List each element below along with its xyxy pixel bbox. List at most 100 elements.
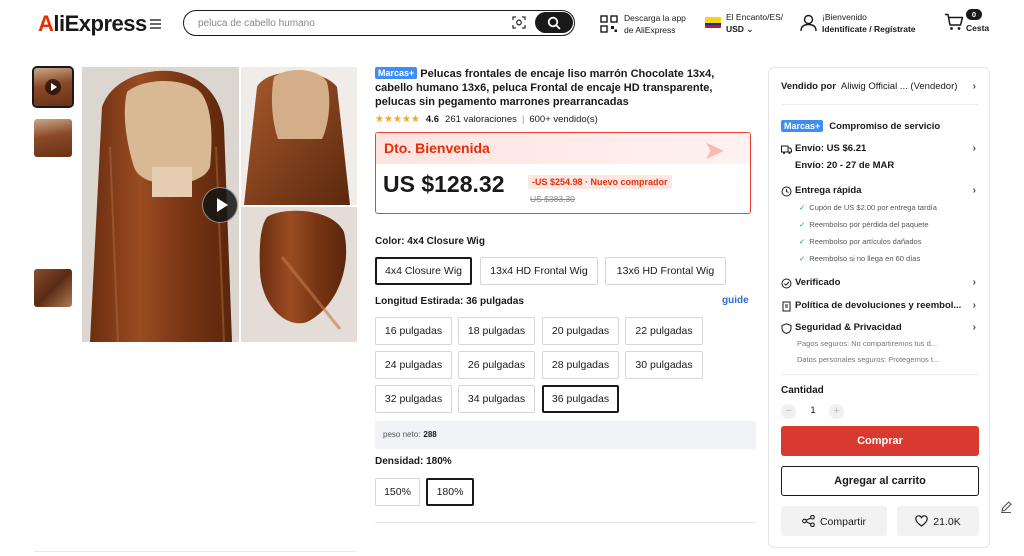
density-option[interactable]: 180% — [426, 478, 474, 506]
commitment-title: Compromiso de servicio — [829, 120, 941, 132]
add-to-cart-button[interactable]: Agregar al carrito — [781, 466, 979, 496]
heart-icon — [915, 514, 929, 527]
reviews-link[interactable]: 261 valoraciones — [445, 114, 517, 125]
seller-name[interactable]: Aliwig Official ... (Vendedor) — [841, 81, 958, 92]
search-input[interactable] — [198, 15, 498, 31]
color-label: Color: 4x4 Closure Wig — [375, 236, 485, 247]
check-icon: ✓ — [799, 203, 806, 212]
clock-icon — [781, 186, 792, 197]
guarantee-item: ✓ Reembolso por artículos dañados — [799, 237, 922, 246]
purchase-panel: Vendido por Aliwig Official ... (Vendedor… — [768, 67, 990, 548]
thumbnail-image[interactable] — [34, 119, 72, 157]
length-option[interactable]: 18 pulgadas — [458, 317, 535, 345]
play-video-button[interactable] — [202, 187, 238, 223]
length-option[interactable]: 36 pulgadas — [542, 385, 619, 413]
length-option[interactable]: 28 pulgadas — [542, 351, 619, 379]
original-price: US $383.30 — [530, 194, 575, 204]
region-text: El Encanto/ES/ — [726, 12, 784, 22]
seller-row[interactable]: Vendido por Aliwig Official ... (Vendedor… — [781, 81, 957, 92]
account-link[interactable]: ¡Bienvenido Identifícate / Regístrate — [800, 11, 925, 37]
currency-text: USD — [726, 24, 744, 34]
welcome-text: ¡Bienvenido — [822, 12, 867, 22]
net-weight-row: peso neto: 288 — [375, 421, 756, 449]
guarantee-item: ✓ Cupón de US $2.00 por entrega tardía — [799, 203, 937, 212]
cart-icon — [945, 13, 964, 30]
length-option[interactable]: 26 pulgadas — [458, 351, 535, 379]
shield-icon — [781, 323, 792, 334]
returns-policy[interactable]: Política de devoluciones y reembol... — [795, 300, 961, 311]
guarantee-item: ✓ Reembolso por pérdida del paquete — [799, 220, 929, 229]
color-option[interactable]: 13x6 HD Frontal Wig — [605, 257, 726, 285]
net-weight-label: peso neto: — [383, 430, 421, 439]
security-item: Datos personales seguros: Protegemos t..… — [797, 355, 940, 364]
aliexpress-logo[interactable]: AliExpress — [38, 11, 147, 37]
decrement-button[interactable]: − — [781, 404, 796, 419]
verified-title[interactable]: Verificado — [795, 277, 840, 288]
quantity-label: Cantidad — [781, 385, 824, 396]
chevron-right-icon: › — [972, 277, 976, 288]
chevron-right-icon: › — [972, 300, 976, 311]
check-icon: ✓ — [799, 237, 806, 246]
chevron-right-icon: › — [972, 185, 976, 196]
product-title-text: Pelucas frontales de encaje liso marrón … — [375, 68, 715, 108]
security-title[interactable]: Seguridad & Privacidad — [795, 322, 902, 333]
menu-icon[interactable] — [150, 19, 161, 29]
search-bar — [183, 10, 575, 36]
region-selector[interactable]: El Encanto/ES/USD ⌄ — [705, 11, 795, 37]
sold-count: 600+ vendido(s) — [529, 113, 598, 125]
buy-now-button[interactable]: Comprar — [781, 426, 979, 456]
likes-count: 21.0K — [933, 515, 961, 528]
site-header: AliExpress Descarga la appde AliExpress … — [0, 0, 1024, 48]
wishlist-button[interactable]: 21.0K — [897, 506, 979, 536]
shipping-cost[interactable]: Envío: US $6.21 — [795, 143, 866, 154]
sign-in-link[interactable]: Identifícate / Regístrate — [822, 24, 916, 34]
net-weight-value: 288 — [423, 430, 437, 439]
density-label: Densidad: 180% — [375, 456, 452, 467]
check-icon: ✓ — [799, 254, 806, 263]
truck-icon — [781, 145, 792, 154]
download-app-link[interactable]: Descarga la app de AliExpress — [600, 12, 700, 36]
logo-text: liExpress — [53, 11, 147, 36]
qr-icon — [600, 15, 618, 33]
cart-link[interactable]: 0 Cesta — [942, 9, 992, 39]
deal-deco-icon: ➤ — [703, 135, 725, 165]
chevron-right-icon: › — [972, 322, 976, 333]
welcome-deal-banner: Dto. Bienvenida — [384, 140, 490, 156]
search-icon — [547, 16, 561, 30]
search-button[interactable] — [535, 12, 573, 33]
cart-count-badge: 0 — [966, 9, 982, 20]
size-guide-link[interactable]: guide — [722, 295, 749, 306]
increment-button[interactable]: + — [829, 404, 844, 419]
length-option[interactable]: 34 pulgadas — [458, 385, 535, 413]
return-icon — [782, 301, 791, 312]
brand-plus-badge: Marcas+ — [375, 67, 418, 79]
play-icon — [45, 79, 61, 95]
thumbnail-image[interactable] — [34, 269, 72, 307]
color-option[interactable]: 13x4 HD Frontal Wig — [480, 257, 598, 285]
flag-icon — [705, 17, 721, 28]
length-option[interactable]: 24 pulgadas — [375, 351, 452, 379]
edit-icon[interactable] — [996, 497, 1016, 517]
fast-delivery-title[interactable]: Entrega rápida — [795, 185, 862, 196]
length-option[interactable]: 16 pulgadas — [375, 317, 452, 345]
brand-plus-badge: Marcas+ — [781, 120, 824, 132]
density-option[interactable]: 150% — [375, 478, 420, 506]
length-option[interactable]: 32 pulgadas — [375, 385, 452, 413]
camera-icon[interactable] — [512, 16, 526, 29]
length-option[interactable]: 20 pulgadas — [542, 317, 619, 345]
product-title: Marcas+ Pelucas frontales de encaje liso … — [375, 67, 745, 109]
quantity-stepper: − 1 + — [781, 404, 861, 420]
thumbnail-video[interactable] — [32, 66, 74, 108]
quantity-value[interactable]: 1 — [803, 405, 823, 416]
color-option[interactable]: 4x4 Closure Wig — [375, 257, 472, 285]
discount-tag: -US $254.98 · Nuevo comprador — [528, 175, 672, 189]
length-option[interactable]: 30 pulgadas — [625, 351, 703, 379]
share-button[interactable]: Compartir — [781, 506, 887, 536]
chevron-right-icon: › — [972, 81, 976, 92]
chevron-right-icon: › — [972, 143, 976, 154]
security-item: Pagos seguros: No compartiremos tus d... — [797, 339, 938, 348]
price-box: Dto. Bienvenida ➤ US $128.32 -US $254.98… — [375, 132, 751, 214]
guarantee-item: ✓ Reembolso si no llega en 60 días — [799, 254, 921, 263]
length-option[interactable]: 22 pulgadas — [625, 317, 703, 345]
user-icon — [800, 14, 817, 32]
